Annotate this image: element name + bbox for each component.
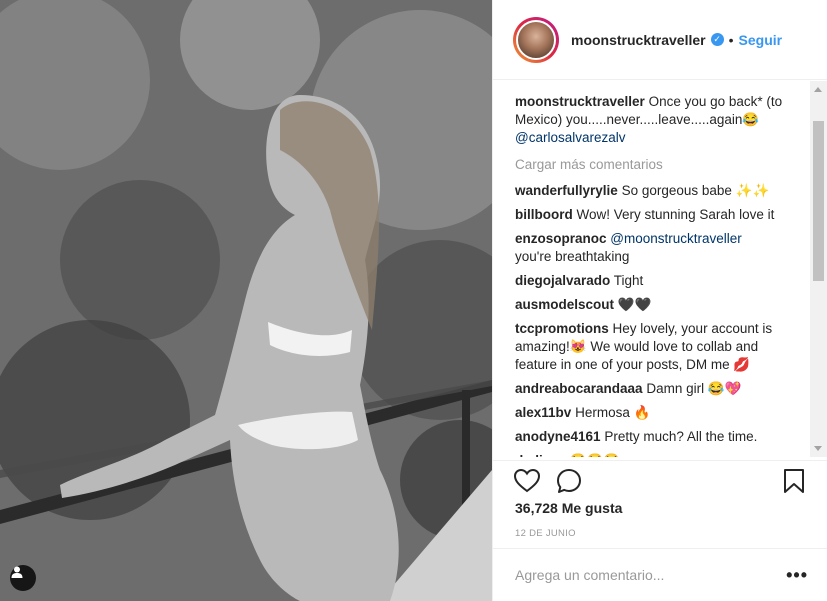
- header-separator: •: [728, 31, 734, 48]
- comment-input[interactable]: [515, 567, 787, 583]
- comment-username[interactable]: alex11bv: [515, 405, 571, 420]
- header-username[interactable]: moonstrucktraveller: [571, 32, 706, 48]
- comment-item: billboord Wow! Very stunning Sarah love …: [515, 206, 800, 224]
- post-sidebar: moonstrucktraveller ✓ • Seguir moonstruc…: [492, 0, 827, 601]
- post-header: moonstrucktraveller ✓ • Seguir: [493, 0, 827, 80]
- comment-item: diegojalvarado Tight: [515, 272, 800, 290]
- comment-item: dedieus 😂😂😂: [515, 452, 800, 457]
- scroll-up-arrow-icon[interactable]: [814, 87, 822, 92]
- comment-text: you're breathtaking: [515, 249, 630, 264]
- comment-text: 🖤🖤: [617, 297, 652, 312]
- follow-button[interactable]: Seguir: [739, 32, 783, 48]
- scrollbar-thumb[interactable]: [813, 121, 824, 281]
- bookmark-icon[interactable]: [780, 467, 808, 495]
- comment-text: Damn girl 😂💖: [646, 381, 742, 396]
- photo-illustration: [0, 0, 492, 601]
- user-tag-button[interactable]: [10, 565, 36, 591]
- comment-item: wanderfullyrylie So gorgeous babe ✨✨: [515, 182, 800, 200]
- comment-text: 😂😂😂: [570, 453, 620, 457]
- comment-username[interactable]: anodyne4161: [515, 429, 601, 444]
- more-options-button[interactable]: •••: [786, 565, 808, 586]
- comment-text: Tight: [613, 273, 644, 288]
- post-actions: [493, 460, 827, 500]
- comment-item: alex11bv Hermosa 🔥: [515, 404, 800, 422]
- comment-username[interactable]: diegojalvarado: [515, 273, 610, 288]
- avatar-image: [516, 19, 556, 60]
- comment-username[interactable]: tccpromotions: [515, 321, 609, 336]
- comment-item: tccpromotions Hey lovely, your account i…: [515, 320, 800, 374]
- comment-username[interactable]: dedieus: [515, 453, 566, 457]
- comments-list[interactable]: moonstrucktraveller Once you go back* (t…: [493, 81, 827, 457]
- scroll-down-arrow-icon[interactable]: [814, 446, 822, 451]
- comment-username[interactable]: enzosopranoc: [515, 231, 607, 246]
- caption-mention[interactable]: @carlosalvarezalv: [515, 130, 626, 145]
- comment-text: Pretty much? All the time.: [604, 429, 758, 444]
- avatar[interactable]: [513, 16, 559, 63]
- comment-text: Wow! Very stunning Sarah love it: [576, 207, 775, 222]
- comment-username[interactable]: wanderfullyrylie: [515, 183, 618, 198]
- comment-username[interactable]: billboord: [515, 207, 573, 222]
- comment-text: So gorgeous babe ✨✨: [621, 183, 770, 198]
- likes-count[interactable]: 36,728 Me gusta: [515, 500, 622, 516]
- comment-item: anodyne4161 Pretty much? All the time.: [515, 428, 800, 446]
- add-comment-bar: •••: [493, 548, 827, 601]
- verified-badge-icon: ✓: [710, 33, 724, 46]
- comment-item: andreabocarandaaa Damn girl 😂💖: [515, 380, 800, 398]
- caption-username[interactable]: moonstrucktraveller: [515, 94, 645, 109]
- post-photo[interactable]: [0, 0, 492, 601]
- person-icon: [11, 566, 23, 578]
- comment-item: ausmodelscout 🖤🖤: [515, 296, 800, 314]
- comment-mention[interactable]: @moonstrucktraveller: [610, 231, 742, 246]
- comment-item: enzosopranoc @moonstrucktraveller you're…: [515, 230, 800, 266]
- comment-username[interactable]: ausmodelscout: [515, 297, 614, 312]
- comment-icon[interactable]: [555, 467, 583, 495]
- post-caption: moonstrucktraveller Once you go back* (t…: [515, 93, 800, 147]
- load-more-comments-button[interactable]: Cargar más comentarios: [515, 157, 800, 172]
- heart-icon[interactable]: [513, 467, 541, 495]
- comments-scrollbar[interactable]: [810, 81, 827, 457]
- comment-username[interactable]: andreabocarandaaa: [515, 381, 643, 396]
- post-date[interactable]: 12 DE JUNIO: [515, 528, 576, 539]
- comment-text: Hermosa 🔥: [575, 405, 651, 420]
